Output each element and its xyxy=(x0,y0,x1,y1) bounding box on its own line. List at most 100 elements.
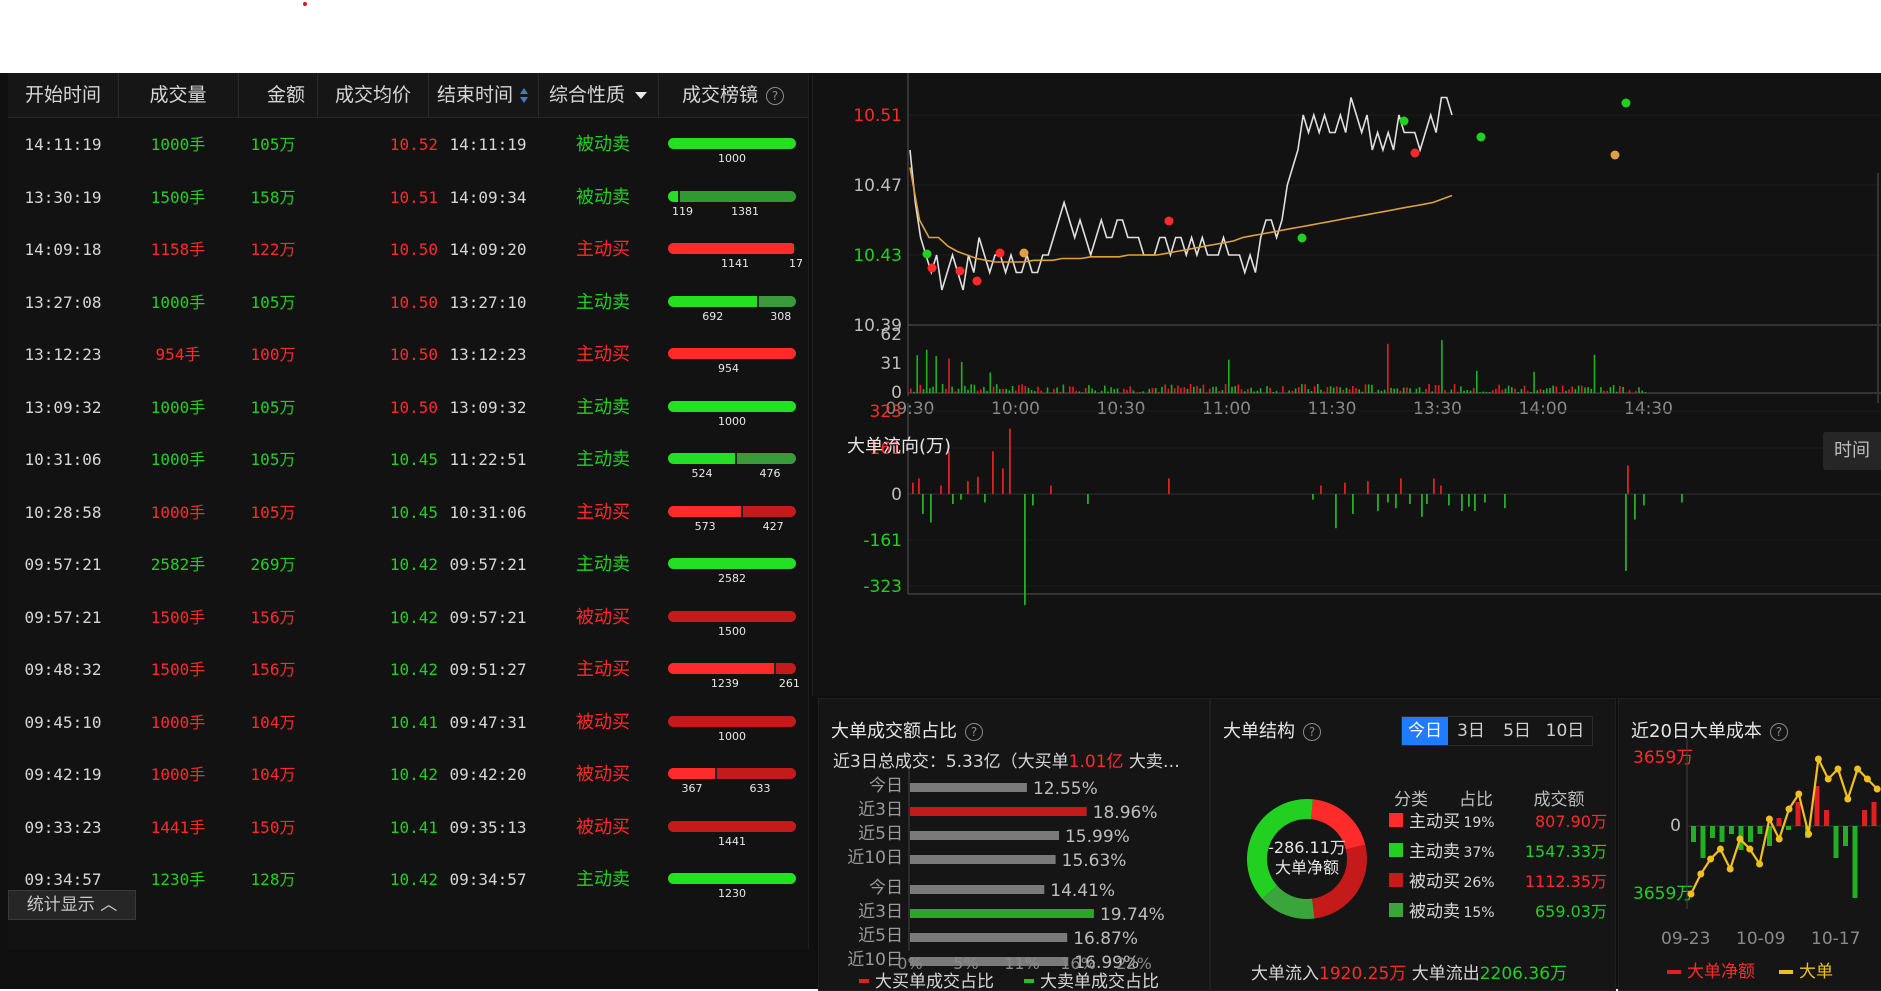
stat-display-button[interactable]: 统计显示 ︿ xyxy=(8,890,136,920)
header-nature[interactable]: 综合性质 xyxy=(538,73,659,117)
volume-bar xyxy=(1460,386,1462,393)
trade-marker xyxy=(996,249,1005,258)
flow-bar xyxy=(1468,494,1470,507)
help-icon[interactable]: ? xyxy=(965,723,983,741)
volume-bar xyxy=(1015,391,1017,394)
cell-nature: 主动卖 xyxy=(548,440,658,492)
header-avg-price[interactable]: 成交均价 xyxy=(318,73,429,117)
bar-segment xyxy=(668,348,796,359)
flow-bar xyxy=(1409,494,1411,504)
cost-y-mid: 0 xyxy=(1670,816,1681,836)
table-row[interactable]: 09:42:191000手104万10.4209:42:20被动买367633 xyxy=(8,755,808,807)
volume-bar xyxy=(1358,389,1360,393)
header-mirror[interactable]: 成交榜镜? xyxy=(658,73,808,117)
table-row[interactable]: 13:09:321000手105万10.5013:09:32主动卖1000 xyxy=(8,388,808,440)
volume-bar xyxy=(1209,389,1211,393)
table-row[interactable]: 14:09:181158手122万10.5014:09:20主动买114117 xyxy=(8,230,808,282)
volume-bar xyxy=(1381,391,1383,393)
flow-bar xyxy=(1504,494,1506,508)
legend-cost-swatch xyxy=(1779,970,1793,974)
cost-x-tick: 10-09 xyxy=(1736,929,1785,949)
table-row[interactable]: 09:33:231441手150万10.4109:35:13被动买1441 xyxy=(8,808,808,860)
tab-5日[interactable]: 5日 xyxy=(1494,717,1540,745)
table-row[interactable]: 09:45:101000手104万10.4109:47:31被动买1000 xyxy=(8,703,808,755)
cost-panel: 近20日大单成本? 3659万03659万09-2310-0910-17大单净额… xyxy=(1618,698,1881,991)
table-row[interactable]: 14:11:191000手105万10.5214:11:19被动卖1000 xyxy=(8,125,808,177)
bar-label-a: 524 xyxy=(692,467,713,480)
volume-bar xyxy=(1425,389,1427,393)
header-label: 结束时间 xyxy=(437,84,513,106)
volume-bar xyxy=(1571,387,1573,394)
trade-marker xyxy=(1400,117,1409,126)
tab-今日[interactable]: 今日 xyxy=(1402,717,1448,745)
volume-bar xyxy=(1034,391,1036,393)
flow-tick-label: 0 xyxy=(891,485,902,505)
sort-icon[interactable] xyxy=(519,87,529,105)
table-row[interactable]: 13:30:191500手158万10.5114:09:34被动卖1191381 xyxy=(8,178,808,230)
tab-10日[interactable]: 10日 xyxy=(1540,717,1590,745)
volume-bar xyxy=(1384,390,1386,393)
table-row[interactable]: 09:48:321500手156万10.4209:51:27主动买1239261 xyxy=(8,650,808,702)
volume-bar xyxy=(1349,389,1351,393)
price-tick-label: 10.47 xyxy=(853,176,902,196)
cost-point xyxy=(1766,816,1773,823)
bar-segment xyxy=(737,453,796,464)
bar-label-a: 1230 xyxy=(718,887,746,900)
header-start-time[interactable]: 开始时间 xyxy=(8,73,119,117)
bar-label-a: 1441 xyxy=(718,835,746,848)
tab-3日[interactable]: 3日 xyxy=(1448,717,1494,745)
table-row[interactable]: 10:31:061000手105万10.4511:22:51主动卖524476 xyxy=(8,440,808,492)
table-row[interactable]: 13:27:081000手105万10.5013:27:10主动卖692308 xyxy=(8,283,808,335)
cell-start: 14:11:19 xyxy=(8,125,118,177)
table-row[interactable]: 13:12:23954手100万10.5013:12:23主动买954 xyxy=(8,335,808,387)
volume-bar xyxy=(1164,385,1166,394)
cell-avg: 10.50 xyxy=(328,388,438,440)
cell-avg: 10.42 xyxy=(328,598,438,650)
volume-bar xyxy=(1292,391,1294,393)
volume-bar xyxy=(1565,391,1567,393)
cell-amount: 105万 xyxy=(223,125,323,177)
cost-net-bar xyxy=(1720,826,1725,842)
volume-bar xyxy=(1114,389,1116,393)
ratio-row-label: 近10日 xyxy=(847,848,903,868)
bar-label-b: 476 xyxy=(760,467,781,480)
legend-color-swatch xyxy=(1389,873,1403,887)
header-volume[interactable]: 成交量 xyxy=(118,73,239,117)
help-icon[interactable]: ? xyxy=(766,87,784,105)
volume-bar xyxy=(1549,388,1551,393)
cell-volume: 1230手 xyxy=(118,860,238,912)
table-row[interactable]: 09:57:212582手269万10.4209:57:21主动卖2582 xyxy=(8,545,808,597)
cost-net-bar xyxy=(1777,818,1782,826)
volume-bar xyxy=(1056,388,1058,394)
volume-bar xyxy=(961,362,963,393)
header-amount[interactable]: 金额 xyxy=(238,73,318,117)
volume-bar xyxy=(1476,371,1478,393)
bar-segment xyxy=(759,296,796,307)
big-order-table: 开始时间 成交量 金额 成交均价 结束时间 综合性质 成交榜镜? 14:11:1… xyxy=(8,73,809,949)
volume-bar xyxy=(1298,387,1300,393)
legend-buy-swatch xyxy=(859,979,869,983)
volume-bar xyxy=(1018,385,1020,393)
cell-end: 14:09:34 xyxy=(438,178,538,230)
cell-end: 09:35:13 xyxy=(438,808,538,860)
volume-bar xyxy=(1371,385,1373,393)
volume-bar xyxy=(1040,391,1042,394)
cell-nature: 被动卖 xyxy=(548,125,658,177)
volume-bar xyxy=(939,393,941,394)
volume-bar xyxy=(1177,386,1179,393)
trade-marker xyxy=(1411,149,1420,158)
volume-bar xyxy=(1568,389,1570,393)
cell-volume: 1000手 xyxy=(118,440,238,492)
bar-label-b: 633 xyxy=(749,782,770,795)
time-button[interactable]: 时间 xyxy=(1823,432,1881,470)
flow-bar xyxy=(940,486,942,495)
volume-mirror-bar xyxy=(668,611,796,622)
ratio-x-tick: 0% xyxy=(897,954,922,973)
table-row[interactable]: 10:28:581000手105万10.4510:31:06主动买573427 xyxy=(8,493,808,545)
header-end-time[interactable]: 结束时间 xyxy=(428,73,539,117)
volume-mirror-bar xyxy=(668,138,796,149)
volume-bar xyxy=(1537,390,1539,393)
dropdown-caret-icon[interactable] xyxy=(635,92,647,99)
bar-label-b: 17 xyxy=(789,257,803,270)
table-row[interactable]: 09:57:211500手156万10.4209:57:21被动买1500 xyxy=(8,598,808,650)
